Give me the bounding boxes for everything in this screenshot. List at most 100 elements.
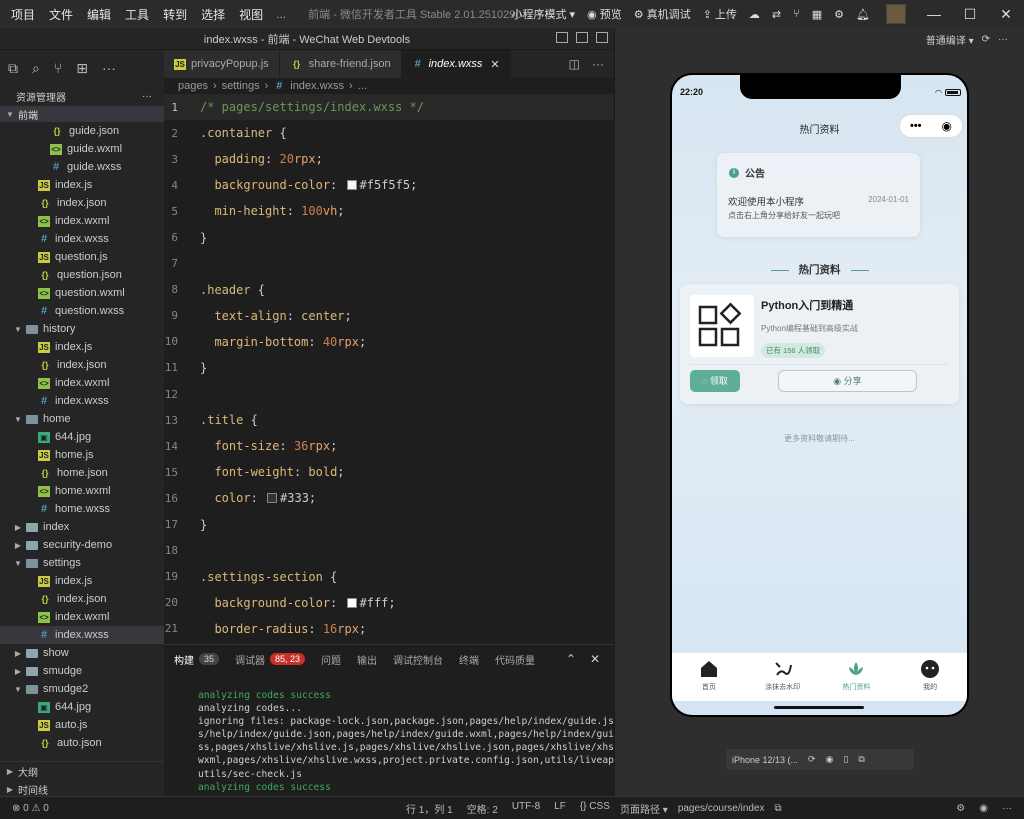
file-item[interactable]: JS index.js xyxy=(0,572,164,590)
maximize-button[interactable]: ☐ xyxy=(952,0,988,28)
code-editor[interactable]: 1 /* pages/settings/index.wxss */ 2 .contai… xyxy=(164,94,614,644)
panel-tab[interactable]: 构建 35 xyxy=(174,652,220,667)
breadcrumb-item[interactable]: pages xyxy=(178,80,208,92)
tab-hot[interactable]: 热门资料 xyxy=(831,659,881,701)
panel-tab[interactable]: 终端 xyxy=(459,652,479,667)
menu-item-select[interactable]: 选择 xyxy=(194,6,232,23)
outline-section[interactable]: ▶ 大纲 xyxy=(0,762,164,780)
file-item[interactable]: JS index.js xyxy=(0,338,164,356)
folder-item[interactable]: ▼ home xyxy=(0,410,164,428)
avatar[interactable] xyxy=(886,4,906,24)
more-icon[interactable]: ··· xyxy=(102,60,116,76)
folder-item[interactable]: ▶ index xyxy=(0,518,164,536)
extensions-icon[interactable]: ⊞ xyxy=(76,60,88,77)
breadcrumb-item[interactable]: ... xyxy=(358,80,367,92)
file-item[interactable]: <> index.wxml xyxy=(0,374,164,392)
close-miniapp-icon[interactable]: ◉ xyxy=(942,119,952,133)
refresh-icon[interactable]: ⟳ xyxy=(982,34,990,45)
file-item[interactable]: {} index.json xyxy=(0,194,164,212)
resource-card[interactable]: Python入门到精通 Python编程基础到高级实战 已有 156 人领取 ◌… xyxy=(680,284,959,404)
file-item[interactable]: <> home.wxml xyxy=(0,482,164,500)
panel-tab[interactable]: 调试器 85, 23 xyxy=(235,652,306,667)
problems-indicator[interactable]: ⊗ 0 ⚠ 0 xyxy=(12,803,49,814)
cursor-position[interactable]: 行 1，列 1 xyxy=(406,801,453,816)
menu-item-tools[interactable]: 工具 xyxy=(118,6,156,23)
language-mode[interactable]: {} CSS xyxy=(580,801,610,816)
file-item[interactable]: ▣ 644.jpg xyxy=(0,428,164,446)
close-window-button[interactable]: ✕ xyxy=(988,0,1024,28)
more-icon[interactable]: ··· xyxy=(1002,803,1012,814)
toggle-sidebar-icon[interactable] xyxy=(556,32,568,43)
files-icon[interactable]: ⧉ xyxy=(8,60,18,77)
more-dots-icon[interactable]: ••• xyxy=(910,120,922,132)
tab-watermark[interactable]: 涂抹去水印 xyxy=(758,659,808,701)
file-item[interactable]: {} guide.json xyxy=(0,122,164,140)
breadcrumb-item[interactable]: settings xyxy=(222,80,260,92)
compile-mode-dropdown[interactable]: 普通编译 ▾ xyxy=(926,32,974,47)
bell-icon[interactable]: 🔔︎ xyxy=(856,8,870,21)
menu-item-edit[interactable]: 编辑 xyxy=(80,6,118,23)
eye-icon[interactable]: ◉ xyxy=(979,803,988,814)
file-item[interactable]: JS index.js xyxy=(0,176,164,194)
more-icon[interactable]: ··· xyxy=(998,34,1008,45)
file-item[interactable]: # index.wxss xyxy=(0,230,164,248)
file-item[interactable]: <> index.wxml xyxy=(0,608,164,626)
debug-icon[interactable]: ⚙ xyxy=(956,803,965,814)
tab-privacy-popup[interactable]: JS privacyPopup.js xyxy=(164,50,280,78)
toggle-simulator-icon[interactable] xyxy=(596,32,608,43)
multi-window-icon[interactable]: ⧉ xyxy=(858,754,864,765)
file-item[interactable]: {} index.json xyxy=(0,356,164,374)
menu-item-goto[interactable]: 转到 xyxy=(156,6,194,23)
folder-item[interactable]: ▶ smudge xyxy=(0,662,164,680)
panel-tab[interactable]: 调试控制台 xyxy=(393,652,443,667)
file-item[interactable]: {} question.json xyxy=(0,266,164,284)
editor-more-icon[interactable]: ··· xyxy=(592,57,604,71)
folder-item[interactable]: ▼ smudge2 xyxy=(0,680,164,698)
mode-dropdown[interactable]: 小程序模式 ▾ xyxy=(511,6,575,22)
switch-icon[interactable]: ⇄ xyxy=(772,8,781,21)
menu-more[interactable]: ... xyxy=(270,7,292,21)
branch-icon[interactable]: ⑂ xyxy=(793,8,800,20)
color-swatch[interactable] xyxy=(267,493,278,504)
breadcrumb-item[interactable]: index.wxss xyxy=(290,80,344,92)
preview-button[interactable]: ◉ 预览 xyxy=(587,6,622,22)
tab-index-wxss[interactable]: # index.wxss ✕ xyxy=(401,50,511,78)
color-swatch[interactable] xyxy=(346,180,357,191)
close-panel-icon[interactable]: ✕ xyxy=(590,652,600,666)
file-item[interactable]: {} index.json xyxy=(0,590,164,608)
device-select[interactable]: iPhone 12/13 (... xyxy=(732,755,798,765)
cloud-icon[interactable]: ☁ xyxy=(749,8,760,21)
minimize-button[interactable]: — xyxy=(916,0,952,28)
tab-home[interactable]: 首页 xyxy=(684,659,734,701)
panel-tab[interactable]: 代码质量 xyxy=(495,652,535,667)
phone-icon[interactable]: ▯ xyxy=(843,754,848,765)
panel-tab[interactable]: 问题 xyxy=(321,652,341,667)
folder-item[interactable]: ▼ history xyxy=(0,320,164,338)
toggle-panel-icon[interactable] xyxy=(576,32,588,43)
file-item[interactable]: <> index.wxml xyxy=(0,212,164,230)
explorer-root[interactable]: ▼ 前端 xyxy=(0,106,164,122)
real-debug-button[interactable]: ⚙ 真机调试 xyxy=(634,6,691,22)
file-item[interactable]: # index.wxss xyxy=(0,626,164,644)
file-item[interactable]: ▣ 644.jpg xyxy=(0,698,164,716)
file-item[interactable]: JS auto.js xyxy=(0,716,164,734)
folder-item[interactable]: ▼ settings xyxy=(0,554,164,572)
menu-item-project[interactable]: 项目 xyxy=(4,6,42,23)
search-icon[interactable]: ⌕ xyxy=(32,60,40,77)
rotate-icon[interactable]: ⟳ xyxy=(808,754,816,765)
source-control-icon[interactable]: ⑂ xyxy=(54,60,62,76)
file-item[interactable]: JS question.js xyxy=(0,248,164,266)
tab-mine[interactable]: 我的 xyxy=(905,659,955,701)
folder-item[interactable]: ▶ security-demo xyxy=(0,536,164,554)
upload-button[interactable]: ⇪ 上传 xyxy=(703,6,737,22)
page-path-dropdown[interactable]: 页面路径 ▾ xyxy=(620,801,668,816)
file-item[interactable]: <> question.wxml xyxy=(0,284,164,302)
indentation[interactable]: 空格: 2 xyxy=(467,801,498,816)
settings-icon[interactable]: ⚙ xyxy=(834,8,844,21)
file-item[interactable]: {} auto.json xyxy=(0,734,164,752)
get-button[interactable]: ◌ 领取 xyxy=(690,370,740,392)
copy-icon[interactable]: ⧉ xyxy=(775,803,782,814)
explorer-more-icon[interactable]: ··· xyxy=(142,91,152,102)
close-tab-icon[interactable]: ✕ xyxy=(490,58,499,71)
split-editor-icon[interactable]: ◫ xyxy=(569,57,580,71)
